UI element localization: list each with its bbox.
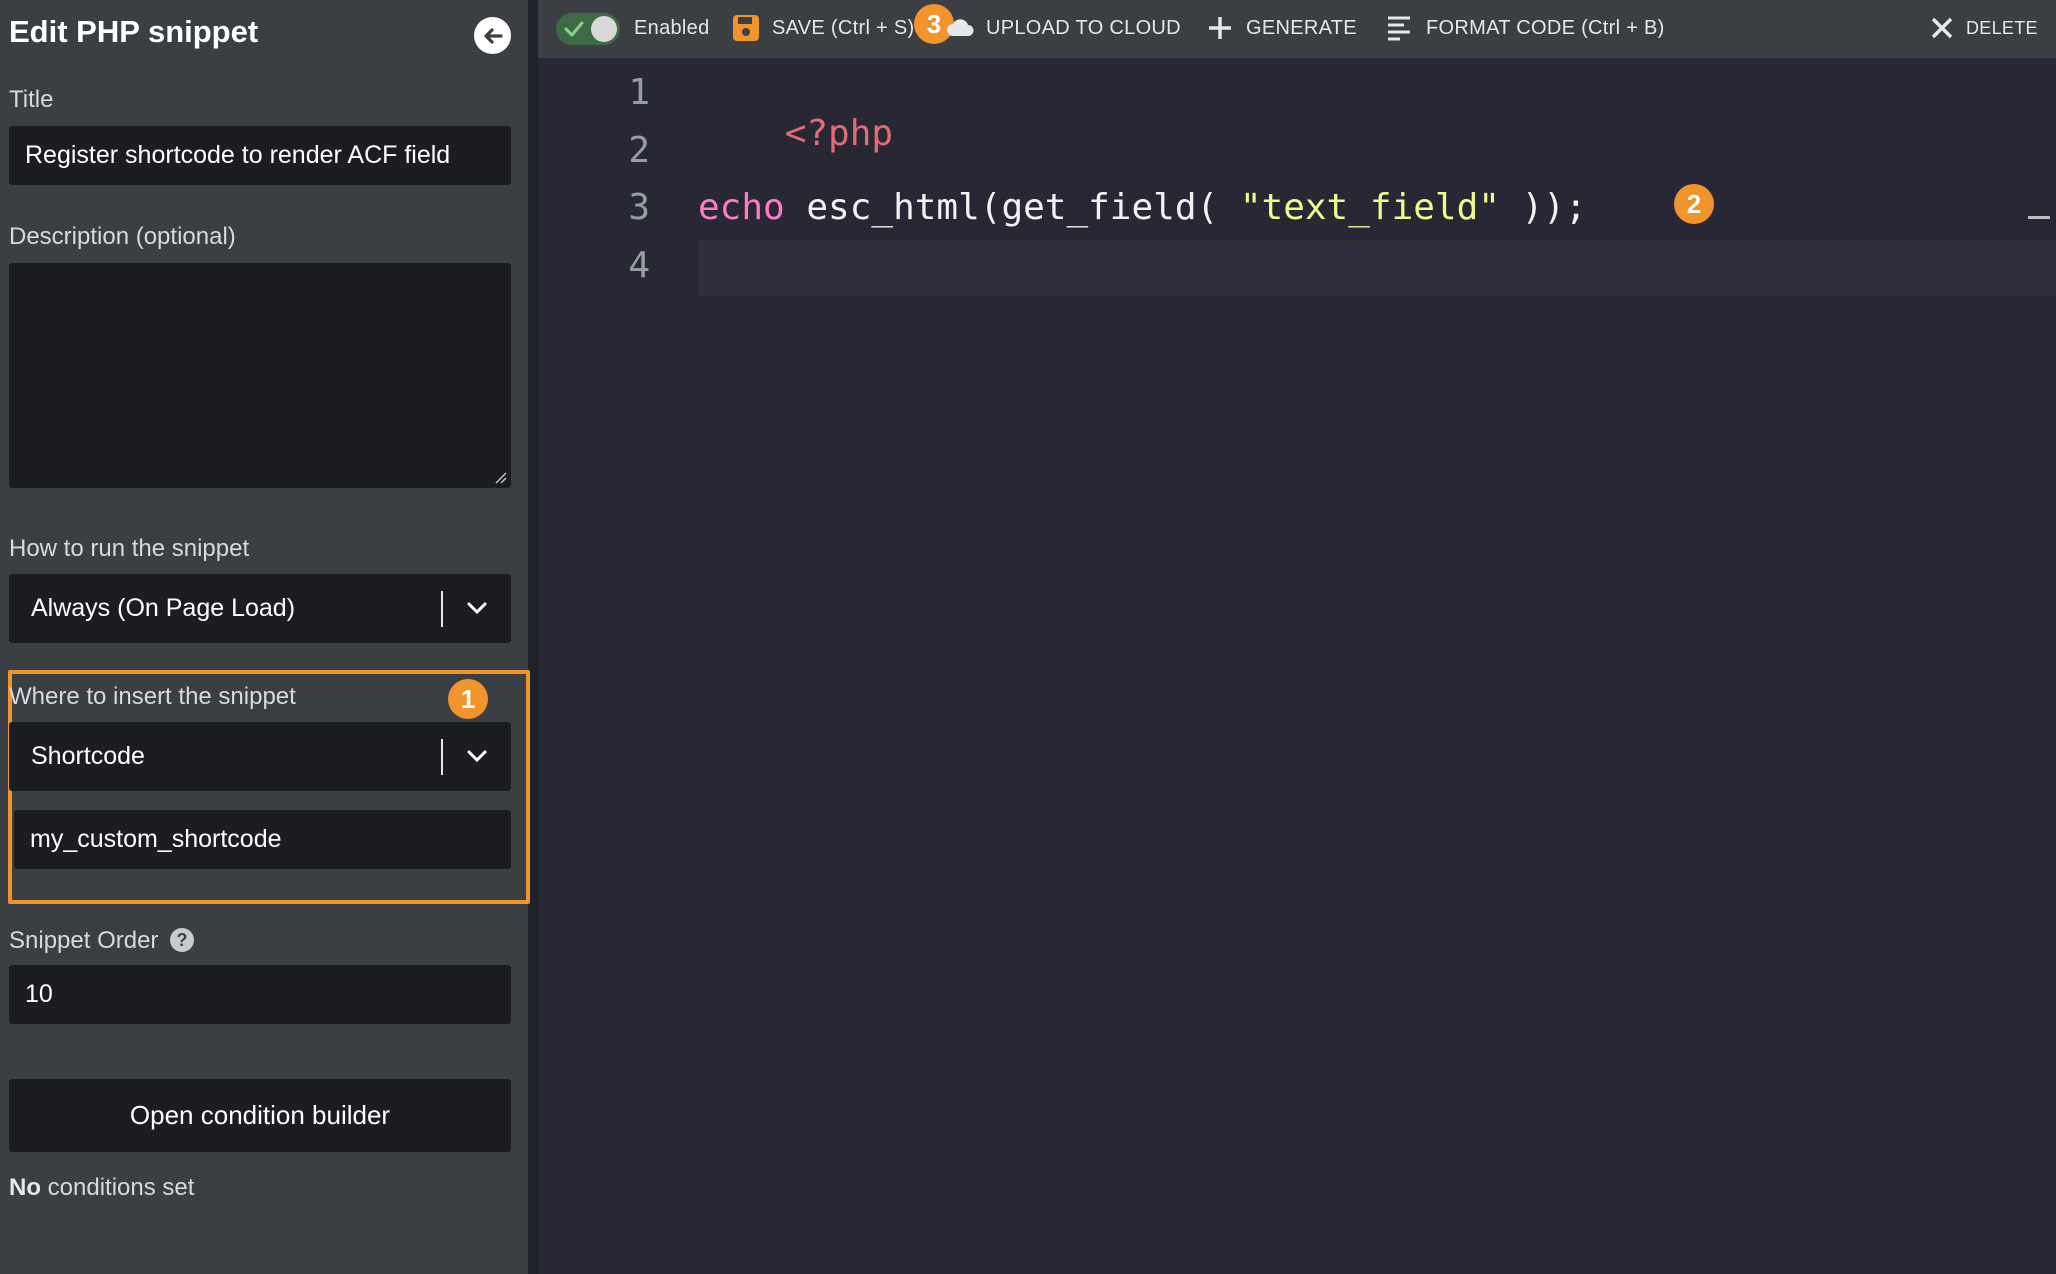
- select-separator: [441, 739, 443, 775]
- scrollbar-marker[interactable]: [2028, 216, 2050, 219]
- call-end: ));: [1499, 187, 1587, 228]
- echo-keyword: echo: [698, 187, 785, 228]
- enabled-toggle[interactable]: [556, 13, 620, 45]
- run-mode-label: How to run the snippet: [9, 535, 250, 562]
- title-label: Title: [9, 86, 54, 113]
- conditions-status: No conditions set: [9, 1174, 194, 1202]
- toggle-knob: [591, 16, 617, 42]
- format-code-button[interactable]: FORMAT CODE (Ctrl + B): [1386, 0, 1665, 56]
- format-code-label: FORMAT CODE (Ctrl + B): [1426, 16, 1665, 39]
- generate-button[interactable]: GENERATE: [1206, 0, 1357, 56]
- snippet-settings-sidebar: Edit PHP snippet Title Register shortcod…: [0, 0, 530, 1274]
- run-mode-value: Always (On Page Load): [31, 594, 296, 622]
- save-button[interactable]: SAVE (Ctrl + S): [732, 0, 915, 56]
- snippet-order-input[interactable]: 10: [9, 965, 511, 1024]
- line-number: 4: [628, 245, 650, 286]
- close-icon: [1931, 17, 1953, 39]
- active-line-highlight: [698, 240, 2056, 296]
- save-label: SAVE (Ctrl + S): [772, 16, 915, 39]
- select-separator: [441, 591, 443, 627]
- title-input[interactable]: Register shortcode to render ACF field: [9, 126, 511, 185]
- enabled-label: Enabled: [634, 16, 710, 39]
- shortcode-name-value: my_custom_shortcode: [30, 825, 282, 853]
- help-icon[interactable]: ?: [170, 928, 194, 952]
- back-button[interactable]: [474, 17, 511, 54]
- format-lines-icon: [1388, 16, 1410, 41]
- arrow-left-icon: [483, 27, 503, 44]
- upload-label: UPLOAD TO CLOUD: [986, 16, 1181, 39]
- conditions-status-text: conditions set: [41, 1174, 195, 1201]
- delete-label: DELETE: [1966, 17, 2038, 38]
- generate-label: GENERATE: [1246, 16, 1357, 39]
- run-mode-select[interactable]: Always (On Page Load): [9, 574, 511, 643]
- chevron-down-icon[interactable]: [465, 598, 489, 618]
- open-condition-builder-button[interactable]: Open condition builder: [9, 1079, 511, 1152]
- description-label: Description (optional): [9, 223, 236, 250]
- delete-button[interactable]: DELETE: [1930, 0, 2038, 56]
- function-call: esc_html(get_field(: [784, 187, 1240, 228]
- line-number: 1: [628, 72, 650, 113]
- code-editor[interactable]: 1 2 3 4 <?php echo esc_html(get_field( "…: [538, 58, 2056, 1274]
- upload-to-cloud-button[interactable]: UPLOAD TO CLOUD: [946, 0, 1181, 56]
- cloud-upload-icon: [947, 19, 974, 36]
- annotation-badge-2: 2: [1674, 184, 1714, 224]
- string-literal: "text_field": [1239, 187, 1500, 228]
- insert-location-value: Shortcode: [31, 742, 145, 770]
- insert-location-label: Where to insert the snippet: [9, 683, 296, 710]
- code-line-1[interactable]: <?php: [698, 72, 893, 195]
- line-number: 2: [628, 130, 650, 171]
- sidebar-title: Edit PHP snippet: [9, 14, 259, 49]
- snippet-order-label: Snippet Order: [9, 927, 159, 954]
- code-line-3[interactable]: echo esc_html(get_field( "text_field" ))…: [698, 187, 1587, 228]
- conditions-status-strong: No: [9, 1174, 41, 1201]
- insert-location-select[interactable]: Shortcode: [9, 722, 511, 791]
- check-icon: [564, 21, 584, 37]
- description-textarea[interactable]: [9, 263, 511, 488]
- chevron-down-icon[interactable]: [465, 746, 489, 766]
- resize-grip-icon[interactable]: [493, 470, 507, 484]
- editor-toolbar: Enabled SAVE (Ctrl + S) 3 UPLOAD TO CLOU…: [538, 0, 2056, 58]
- save-icon: [733, 15, 759, 41]
- annotation-badge-1: 1: [448, 679, 488, 719]
- snippet-order-value: 10: [25, 980, 53, 1008]
- line-number: 3: [628, 187, 650, 228]
- shortcode-name-input[interactable]: my_custom_shortcode: [14, 810, 511, 869]
- php-open-tag: <?php: [784, 113, 894, 154]
- title-input-value: Register shortcode to render ACF field: [25, 141, 451, 169]
- plus-icon: [1209, 17, 1231, 39]
